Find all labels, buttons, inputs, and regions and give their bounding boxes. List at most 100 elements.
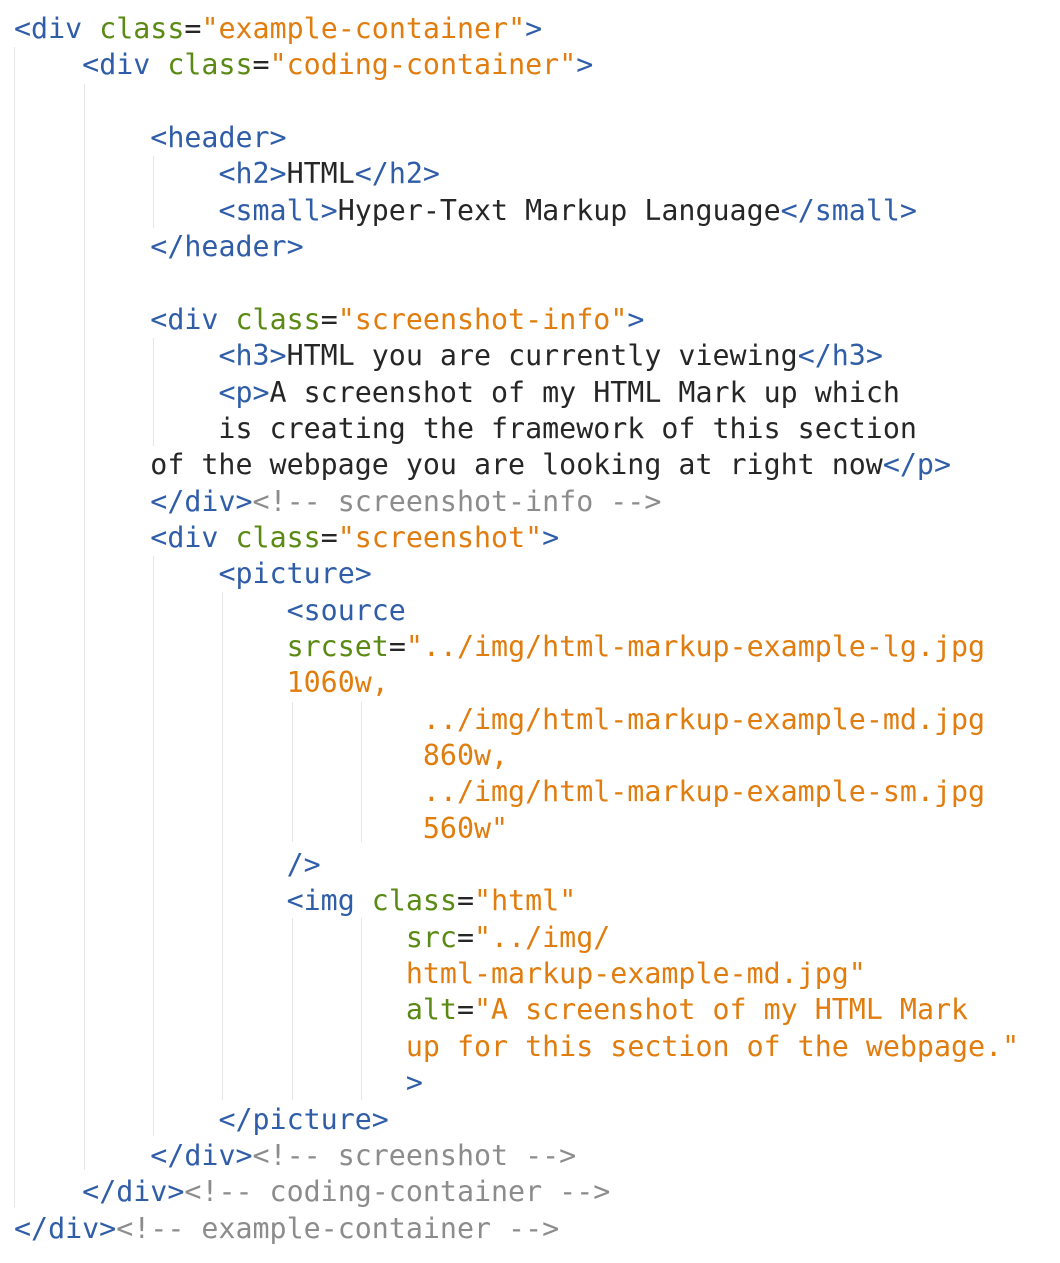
attribute-name: src [405,920,457,954]
text-content [14,666,287,699]
html-tag: </div> [14,1211,117,1245]
attribute-value: "../img/html-markup-example-lg.jpg [405,629,986,663]
punctuation: = [184,12,202,45]
attribute-value: html-markup-example-md.jpg" [405,957,866,991]
html-tag: </header> [150,230,304,264]
code-line: </div><!-- screenshot --> [14,1138,576,1174]
punctuation: = [456,993,474,1027]
code-line: <h2>HTML</h2> [14,156,440,192]
html-tag: </div> [82,1175,185,1209]
punctuation: = [456,884,475,918]
text-content [14,48,82,81]
attribute-value: "../img/ [474,920,611,954]
text-content [14,1175,82,1208]
code-line: 560w" [14,811,508,847]
text-content [14,1103,218,1136]
html-tag: </div> [150,484,253,518]
html-tag: <picture> [218,557,372,591]
code-line: <div class="example-container"> [14,11,542,47]
text-content [14,339,218,372]
html-tag: <h3> [218,339,287,373]
code-line: alt="A screenshot of my HTML Mark [14,992,968,1028]
html-tag: <source [286,593,406,627]
code-line: ../img/html-markup-example-md.jpg [14,702,985,738]
attribute-value: "screenshot" [337,520,543,554]
code-line: /> [14,847,321,883]
code-line: </picture> [14,1102,389,1138]
punctuation: = [320,520,338,554]
code-line: <h3>HTML you are currently viewing</h3> [14,338,883,374]
text-content: Hyper-Text Markup Language [337,193,781,227]
code-line: of the webpage you are looking at right … [14,447,951,483]
text-content [14,884,287,917]
html-tag: <img [286,884,355,918]
html-tag: > [576,48,594,82]
code-line: ../img/html-markup-example-sm.jpg [14,774,985,810]
code-line: <picture> [14,556,372,592]
text-content [14,157,218,190]
html-tag: > [405,1066,423,1100]
html-tag: <p> [218,375,270,409]
html-tag: <div [82,48,151,82]
code-editor[interactable]: <div class="example-container"> <div cla… [0,0,1060,1263]
text-content [14,230,150,263]
text-content [14,485,150,518]
attribute-name: alt [405,993,457,1027]
html-tag: </div> [150,1138,253,1172]
attribute-value: "coding-container" [269,48,577,82]
attribute-value: 560w" [422,811,509,845]
html-tag: </h3> [797,339,883,373]
text-content [14,812,423,845]
comment: <!-- coding-container --> [184,1175,611,1209]
text-content [14,594,287,627]
text-content: is creating the framework of this sectio… [14,411,917,445]
attribute-value: ../img/html-markup-example-sm.jpg [422,775,986,809]
attribute-name: class [371,884,457,918]
html-tag: /> [286,848,321,882]
text-content [14,194,218,227]
attribute-name: srcset [286,629,389,663]
html-tag: <div [14,12,83,45]
html-tag: </picture> [218,1102,389,1136]
code-line: </div><!-- screenshot-info --> [14,484,661,520]
attribute-name: class [99,12,185,45]
text-content [82,12,99,45]
punctuation: = [456,920,474,954]
html-tag: > [542,520,560,554]
attribute-value: "A screenshot of my HTML Mark [474,993,969,1027]
text-content [14,121,150,154]
code-line: <div class="coding-container"> [14,47,593,83]
text-content [14,921,406,954]
code-line: </div><!-- coding-container --> [14,1174,610,1210]
attribute-name: class [235,302,321,336]
text-content [14,376,218,409]
attribute-value: "screenshot-info" [337,302,628,336]
text-content: HTML you are currently viewing [286,339,798,373]
html-tag: <div [150,302,219,336]
attribute-value: ../img/html-markup-example-md.jpg [422,702,986,736]
text-content [150,48,167,81]
text-content: A screenshot of my HTML Mark up which [269,375,900,409]
attribute-value: 1060w, [286,666,389,700]
text-content [355,884,372,917]
text-content [14,1139,150,1172]
attribute-value: up for this section of the webpage." [405,1029,1020,1063]
html-tag: <div [150,520,219,554]
html-tag: > [525,12,543,45]
attribute-name: class [167,48,253,82]
code-line: <source [14,593,406,629]
punctuation: = [388,629,406,663]
text-content [14,848,287,881]
text-content [14,739,423,772]
code-line: 860w, [14,738,508,774]
attribute-value: "example-container" [201,12,526,45]
comment: <!-- example-container --> [116,1211,560,1245]
code-line: 1060w, [14,665,389,701]
code-line: <div class="screenshot"> [14,520,559,556]
html-tag: > [627,302,645,336]
code-line: <p>A screenshot of my HTML Mark up which [14,375,900,411]
text-content [14,1030,406,1063]
code-line: html-markup-example-md.jpg" [14,956,866,992]
text-content [14,775,423,808]
code-line: src="../img/ [14,920,610,956]
